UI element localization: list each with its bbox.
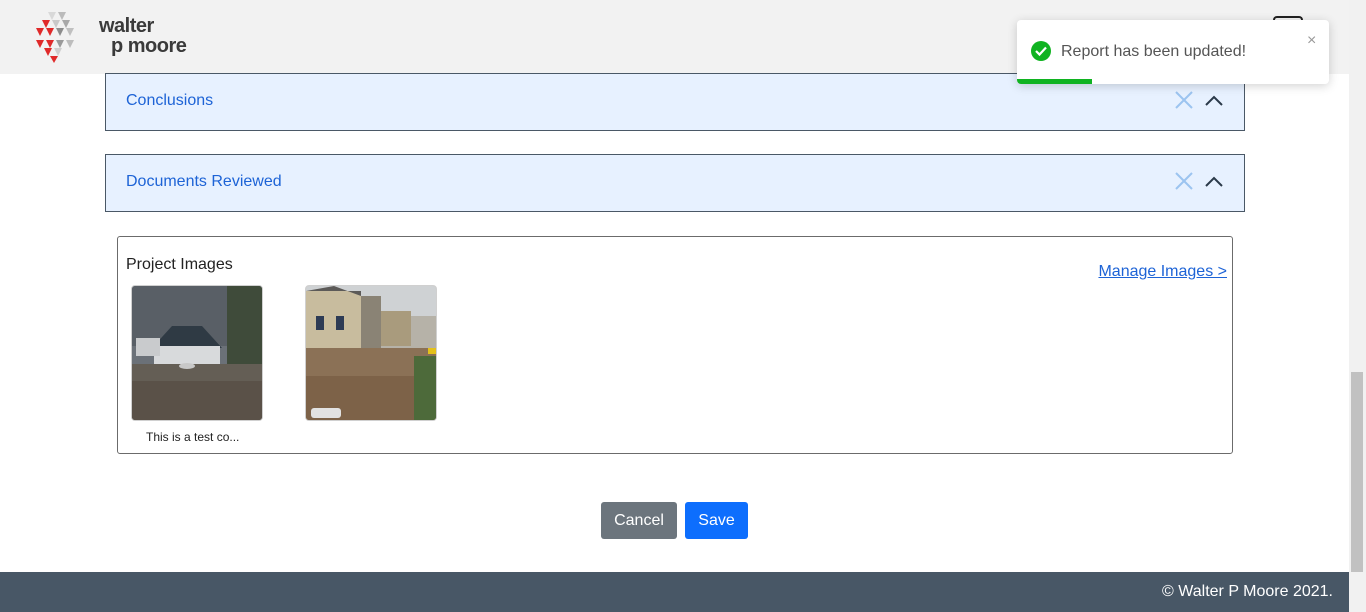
accordion-title-conclusions[interactable]: Conclusions	[126, 92, 213, 110]
project-images-panel: Project Images Manage Images > This is a…	[117, 236, 1233, 454]
flooded-street-image	[306, 286, 436, 420]
project-image-thumbnail[interactable]	[305, 285, 437, 421]
toast-message: Report has been updated!	[1061, 43, 1247, 60]
scrollbar-thumb[interactable]	[1351, 372, 1363, 572]
logo-line-1: walter	[99, 15, 154, 37]
app-footer: © Walter P Moore 2021.	[0, 572, 1349, 612]
close-icon[interactable]	[1173, 170, 1195, 192]
toast-progress-bar	[1017, 79, 1092, 84]
accordion-documents-reviewed[interactable]: Documents Reviewed	[105, 154, 1245, 212]
logo-line-2: p moore	[111, 35, 187, 57]
walter-p-moore-logo[interactable]: walter p moore	[34, 10, 194, 64]
save-button[interactable]: Save	[685, 502, 748, 539]
logo-wordmark: walter p moore	[99, 15, 187, 57]
success-toast: Report has been updated! ×	[1017, 20, 1329, 84]
manage-images-link[interactable]: Manage Images >	[1098, 263, 1227, 281]
project-image-thumbnail[interactable]	[131, 285, 263, 421]
accordion-title-documents-reviewed[interactable]: Documents Reviewed	[126, 173, 282, 191]
check-circle-icon	[1031, 41, 1051, 61]
copyright-text: © Walter P Moore 2021.	[1162, 583, 1333, 600]
chevron-up-icon[interactable]	[1203, 171, 1225, 193]
image-caption: This is a test co...	[146, 430, 240, 444]
logo-mark-icon	[36, 12, 74, 63]
flooded-house-image	[132, 286, 262, 420]
chevron-up-icon[interactable]	[1203, 90, 1225, 112]
close-icon[interactable]	[1173, 89, 1195, 111]
cancel-button[interactable]: Cancel	[601, 502, 677, 539]
toast-close-icon[interactable]: ×	[1307, 32, 1316, 50]
project-images-title: Project Images	[126, 256, 233, 273]
